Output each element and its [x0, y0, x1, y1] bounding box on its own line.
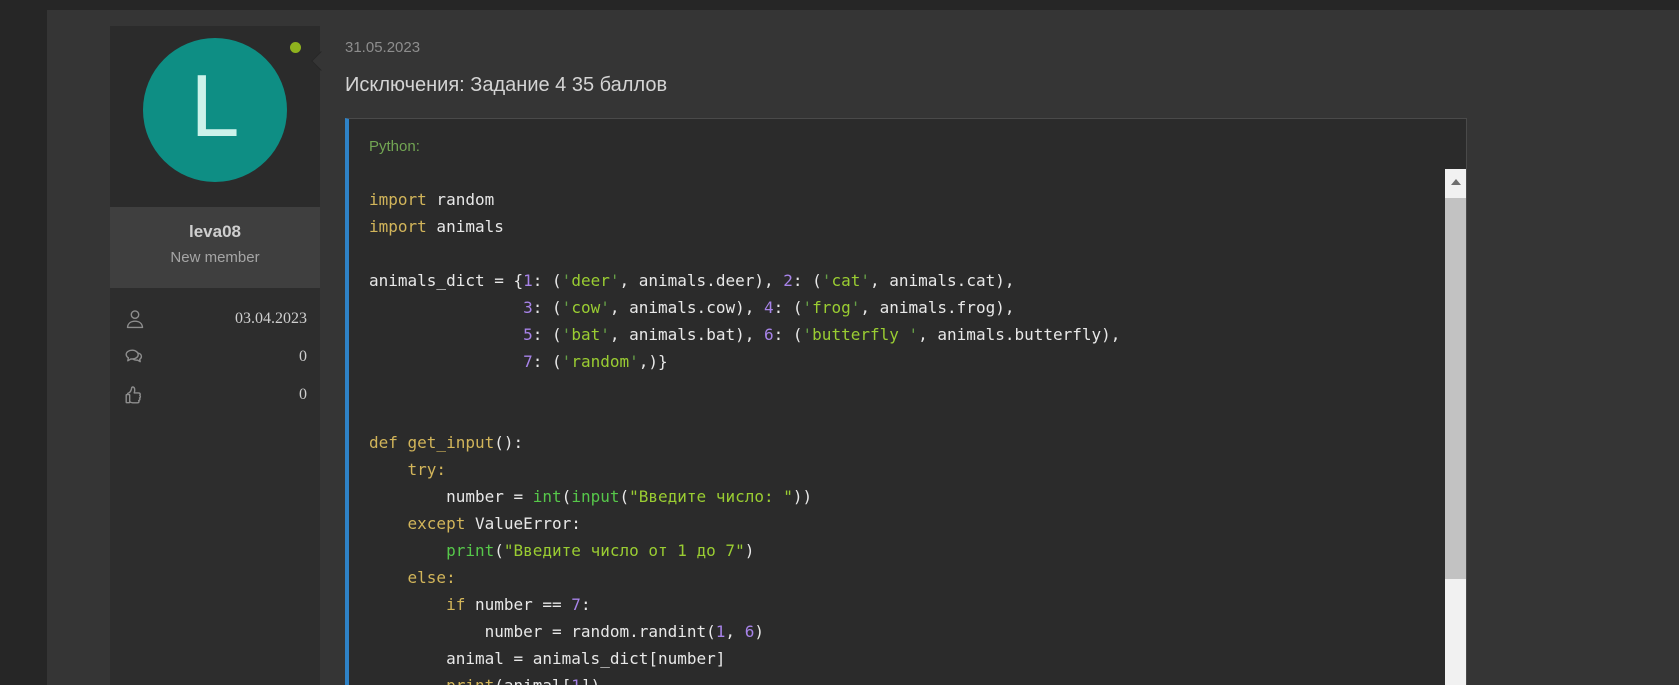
- user-title: New member: [110, 249, 320, 266]
- code-line: animals_dict = {1: ('deer', animals.deer…: [369, 267, 1466, 294]
- stat-value-joined: 03.04.2023: [235, 310, 307, 328]
- code-line: [369, 240, 1466, 267]
- post-user-cell: L leva08 New member 03.04.2023: [110, 26, 320, 685]
- scrollbar-thumb[interactable]: [1445, 198, 1466, 579]
- messages-icon: [123, 345, 147, 369]
- code-line: def get_input():: [369, 429, 1466, 456]
- avatar-letter: L: [191, 62, 240, 150]
- online-status-dot: [290, 42, 301, 53]
- stat-value-likes: 0: [299, 386, 307, 404]
- code-line: try:: [369, 456, 1466, 483]
- scrollbar-up-button[interactable]: [1445, 169, 1466, 195]
- username-link[interactable]: leva08: [110, 222, 320, 242]
- code-body: import randomimport animals animals_dict …: [349, 169, 1466, 685]
- post-title: Исключения: Задание 4 35 баллов: [345, 74, 667, 97]
- code-line: except ValueError:: [369, 510, 1466, 537]
- code-line: [369, 375, 1466, 402]
- code-line: [369, 402, 1466, 429]
- code-line: import animals: [369, 213, 1466, 240]
- code-line: 5: ('bat', animals.bat), 6: ('butterfly …: [369, 321, 1466, 348]
- code-line: else:: [369, 564, 1466, 591]
- code-line: number = int(input("Введите число: ")): [369, 483, 1466, 510]
- code-line: animal = animals_dict[number]: [369, 645, 1466, 672]
- code-line: import random: [369, 186, 1466, 213]
- user-stat-row: 0: [123, 381, 307, 409]
- code-block: Python: import randomimport animals anima…: [345, 118, 1467, 685]
- avatar-box: L: [110, 26, 320, 207]
- code-line: print("Введите число от 1 до 7"): [369, 537, 1466, 564]
- code-line: number = random.randint(1, 6): [369, 618, 1466, 645]
- user-stats-panel: 03.04.2023 0 0: [110, 288, 320, 685]
- code-language-label: Python:: [349, 119, 1466, 155]
- user-stat-row: 03.04.2023: [123, 305, 307, 333]
- forum-post-page: L leva08 New member 03.04.2023: [0, 0, 1679, 685]
- user-avatar[interactable]: L: [143, 38, 287, 182]
- user-icon: [123, 307, 147, 331]
- post-container: L leva08 New member 03.04.2023: [47, 10, 1679, 685]
- likes-icon: [123, 383, 147, 407]
- code-content: import randomimport animals animals_dict …: [349, 169, 1466, 685]
- code-line: if number == 7:: [369, 591, 1466, 618]
- user-stat-row: 0: [123, 343, 307, 371]
- scroll-up-icon: [1451, 179, 1461, 185]
- user-title-bar: leva08 New member: [110, 207, 320, 288]
- code-line: 7: ('random',)}: [369, 348, 1466, 375]
- stat-value-messages: 0: [299, 348, 307, 366]
- code-line: 3: ('cow', animals.cow), 4: ('frog', ani…: [369, 294, 1466, 321]
- post-date[interactable]: 31.05.2023: [345, 39, 420, 56]
- code-line: print(animal[1]): [369, 672, 1466, 685]
- code-scrollbar[interactable]: [1445, 169, 1466, 685]
